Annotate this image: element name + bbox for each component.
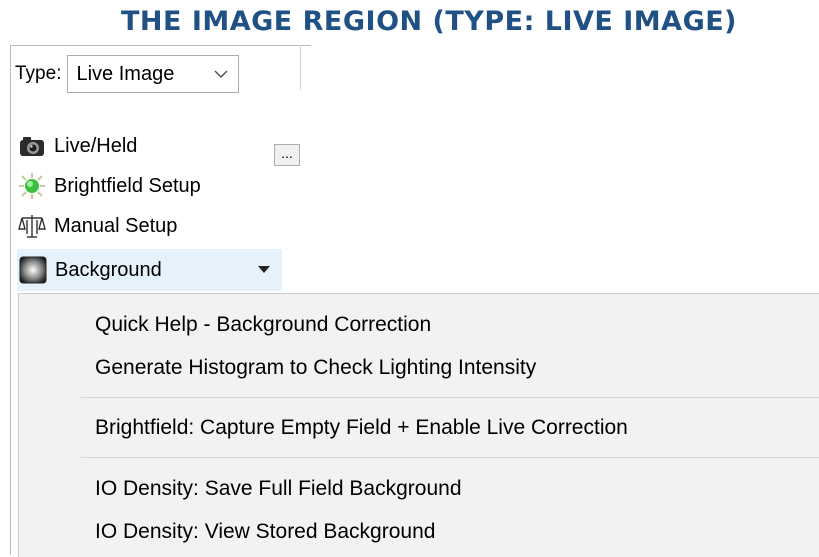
menu-item-brightfield-capture[interactable]: Brightfield: Capture Empty Field + Enabl… [95, 416, 628, 440]
live-held-button[interactable]: Live/Held [18, 126, 137, 166]
background-context-menu: Quick Help - Background Correction Gener… [18, 293, 819, 557]
bulb-icon [18, 172, 46, 200]
menu-item-view-stored-background[interactable]: IO Density: View Stored Background [95, 520, 435, 544]
type-selector-row: Type: Live Image [15, 55, 240, 93]
live-held-label: Live/Held [54, 134, 138, 157]
panel-left-border [10, 45, 15, 555]
type-label: Type: [15, 63, 62, 84]
menu-item-quick-help[interactable]: Quick Help - Background Correction [95, 313, 431, 337]
brightfield-setup-label: Brightfield Setup [54, 174, 201, 197]
live-held-options-button[interactable]: ... [274, 144, 300, 166]
chevron-down-icon [214, 70, 229, 79]
panel-divider [300, 45, 301, 90]
type-dropdown-value: Live Image [76, 62, 175, 85]
page-title: THE IMAGE REGION (TYPE: LIVE IMAGE) [120, 6, 738, 37]
background-menu-button[interactable]: Background [17, 249, 282, 291]
background-gradient-icon [19, 256, 47, 284]
camera-icon [18, 132, 46, 160]
menu-separator [81, 457, 819, 458]
menu-separator [81, 397, 819, 398]
menu-item-save-full-field[interactable]: IO Density: Save Full Field Background [95, 477, 462, 501]
manual-setup-button[interactable]: Manual Setup [18, 206, 177, 246]
dropdown-arrow-icon [258, 266, 270, 273]
type-dropdown[interactable]: Live Image [67, 55, 240, 93]
background-label: Background [55, 258, 162, 281]
menu-item-generate-histogram[interactable]: Generate Histogram to Check Lighting Int… [95, 356, 536, 380]
brightfield-setup-button[interactable]: Brightfield Setup [18, 166, 201, 206]
balance-scale-icon [18, 212, 46, 240]
manual-setup-label: Manual Setup [54, 214, 178, 237]
